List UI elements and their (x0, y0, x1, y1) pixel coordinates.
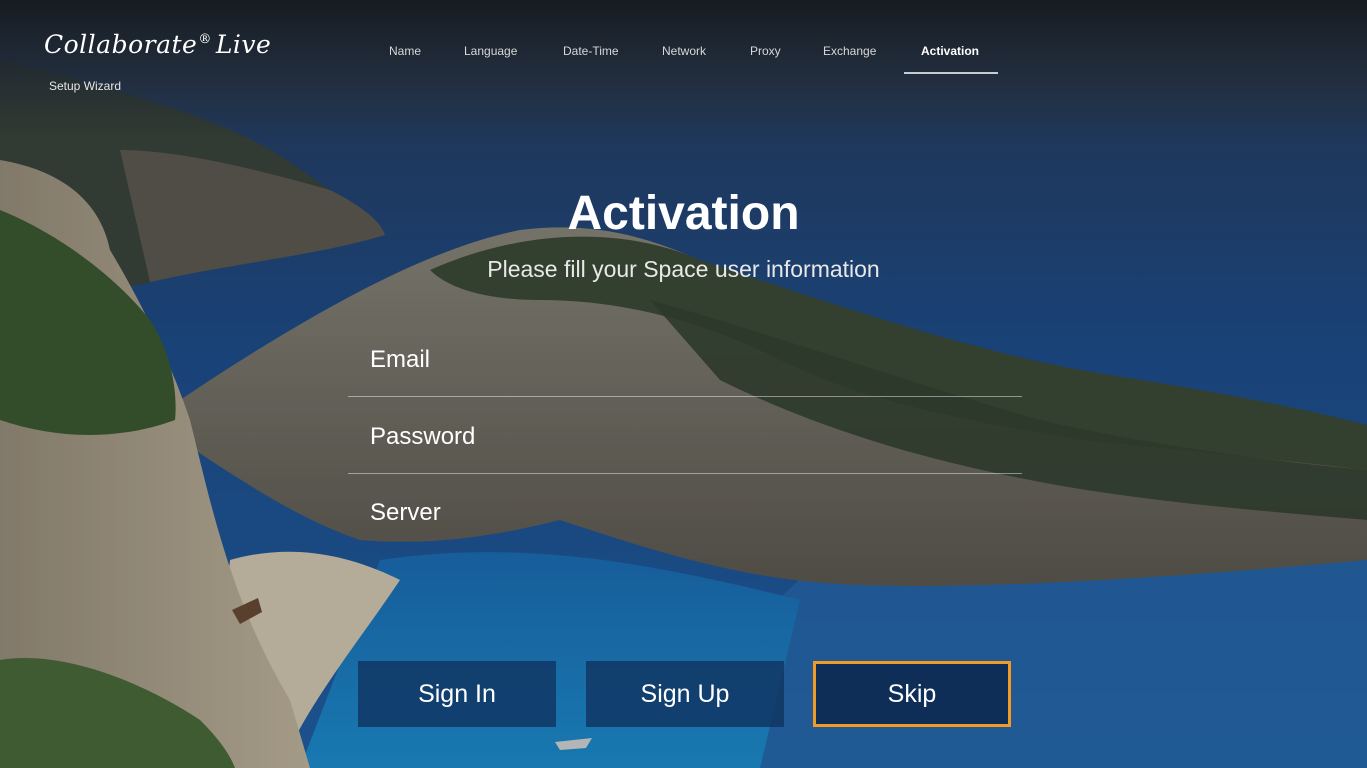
server-field: Server (348, 488, 1022, 550)
wizard-subtitle: Setup Wizard (49, 79, 122, 93)
email-field: Email (348, 334, 1022, 397)
tab-network[interactable]: Network (662, 44, 706, 58)
sign-up-button[interactable]: Sign Up (586, 661, 784, 727)
email-input[interactable] (348, 334, 1022, 396)
skip-button[interactable]: Skip (813, 661, 1011, 727)
page-subtitle: Please fill your Space user information (487, 256, 880, 282)
server-input[interactable] (348, 488, 1022, 550)
tab-date-time[interactable]: Date-Time (563, 44, 619, 58)
logo-suffix: Live (215, 30, 272, 59)
registered-mark: ® (198, 32, 212, 47)
active-tab-underline (904, 72, 998, 74)
app-logo: Collaborate® Live (44, 30, 271, 59)
tab-proxy[interactable]: Proxy (750, 44, 781, 58)
logo-text: Collaborate (44, 30, 198, 59)
tab-activation[interactable]: Activation (921, 44, 979, 58)
sign-in-button[interactable]: Sign In (358, 661, 556, 727)
password-field: Password (348, 411, 1022, 474)
tab-language[interactable]: Language (464, 44, 517, 58)
tab-exchange[interactable]: Exchange (823, 44, 876, 58)
tab-name[interactable]: Name (389, 44, 421, 58)
setup-wizard-screen: Collaborate® Live Setup Wizard Name Langu… (0, 0, 1367, 768)
password-input[interactable] (348, 411, 1022, 473)
page-title: Activation (567, 187, 800, 240)
